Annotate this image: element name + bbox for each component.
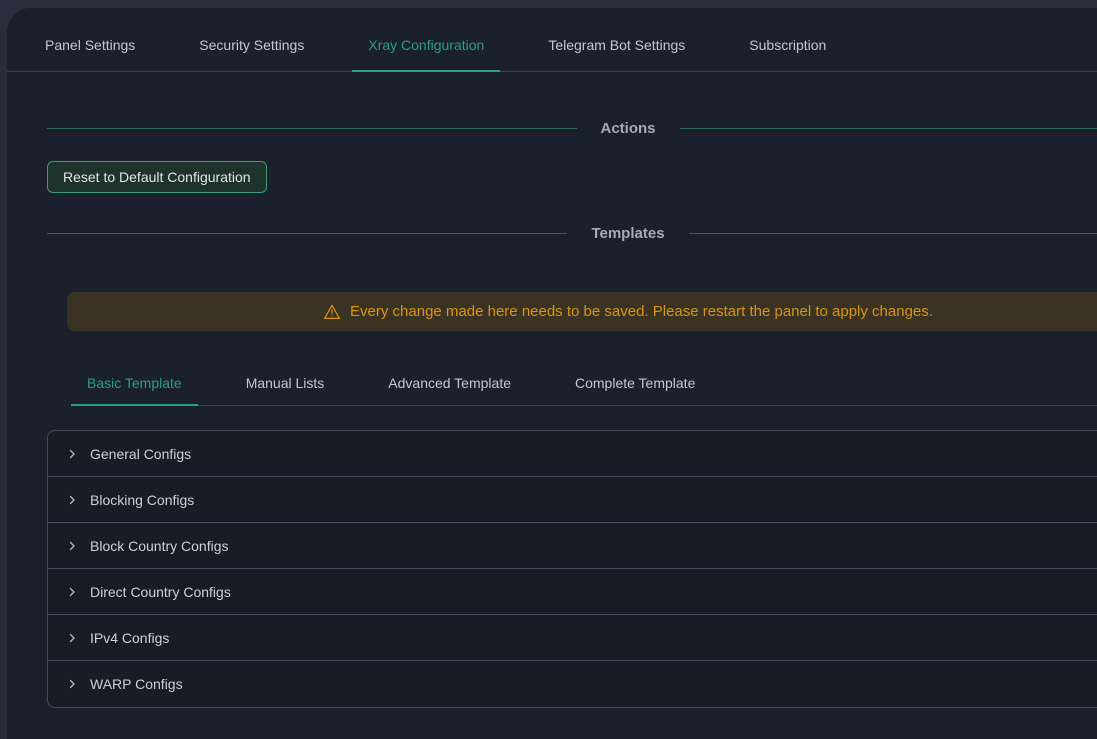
divider-line (680, 128, 1097, 129)
collapse-ipv4-configs[interactable]: IPv4 Configs (48, 615, 1097, 661)
tab-panel-settings[interactable]: Panel Settings (29, 37, 151, 71)
tab-content: Actions Reset to Default Configuration T… (47, 117, 1097, 708)
main-tab-bar: Panel Settings Security Settings Xray Co… (7, 8, 1097, 72)
tab-security-settings[interactable]: Security Settings (183, 37, 320, 71)
tab-telegram-bot-settings[interactable]: Telegram Bot Settings (532, 37, 701, 71)
panel-label: IPv4 Configs (90, 630, 169, 646)
divider-line (689, 233, 1097, 234)
templates-divider: Templates (47, 222, 1097, 244)
panel-label: Direct Country Configs (90, 584, 231, 600)
collapse-blocking-configs[interactable]: Blocking Configs (48, 477, 1097, 523)
divider-line (47, 233, 567, 234)
actions-section-title: Actions (601, 120, 656, 137)
divider-line (47, 128, 577, 129)
actions-divider: Actions (47, 117, 1097, 139)
panel-label: Blocking Configs (90, 492, 194, 508)
tab-complete-template[interactable]: Complete Template (559, 375, 711, 405)
chevron-right-icon (66, 632, 78, 644)
tab-subscription[interactable]: Subscription (733, 37, 842, 71)
config-collapse-list: General Configs Blocking Configs Block C… (47, 430, 1097, 708)
collapse-direct-country-configs[interactable]: Direct Country Configs (48, 569, 1097, 615)
chevron-right-icon (66, 586, 78, 598)
templates-section-title: Templates (591, 225, 664, 242)
tab-advanced-template[interactable]: Advanced Template (372, 375, 527, 405)
settings-card: Panel Settings Security Settings Xray Co… (7, 8, 1097, 739)
collapse-warp-configs[interactable]: WARP Configs (48, 661, 1097, 707)
chevron-right-icon (66, 540, 78, 552)
panel-label: WARP Configs (90, 676, 183, 692)
tab-xray-configuration[interactable]: Xray Configuration (352, 37, 500, 71)
collapse-block-country-configs[interactable]: Block Country Configs (48, 523, 1097, 569)
chevron-right-icon (66, 678, 78, 690)
chevron-right-icon (66, 494, 78, 506)
restart-warning-text: Every change made here needs to be saved… (350, 303, 933, 320)
reset-to-default-button[interactable]: Reset to Default Configuration (47, 161, 267, 193)
tab-basic-template[interactable]: Basic Template (71, 375, 198, 405)
panel-label: Block Country Configs (90, 538, 229, 554)
template-tab-bar: Basic Template Manual Lists Advanced Tem… (71, 369, 1097, 406)
collapse-general-configs[interactable]: General Configs (48, 431, 1097, 477)
restart-warning-alert: Every change made here needs to be saved… (67, 292, 1097, 331)
chevron-right-icon (66, 448, 78, 460)
warning-triangle-icon (323, 303, 341, 321)
tab-manual-lists[interactable]: Manual Lists (230, 375, 341, 405)
panel-label: General Configs (90, 446, 191, 462)
